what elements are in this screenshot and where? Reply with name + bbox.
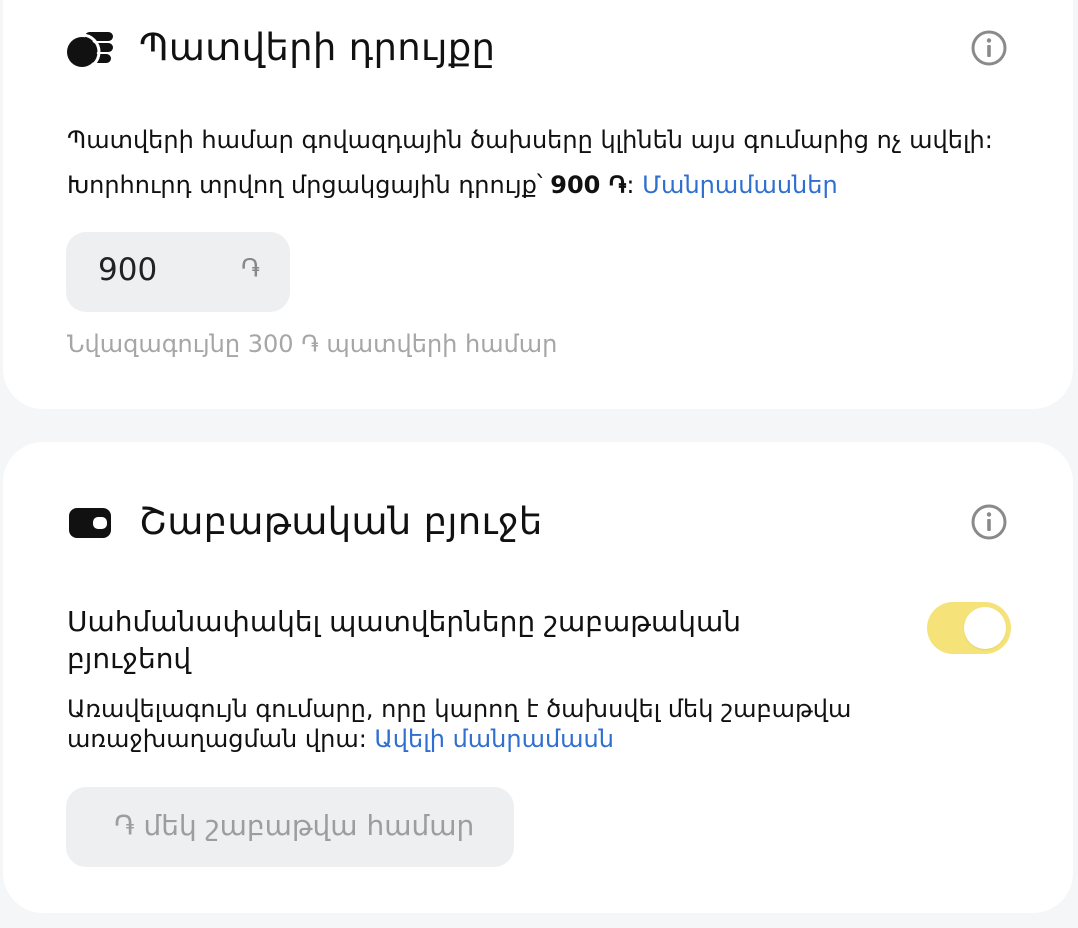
minimum-bid-hint: Նվազագույնը 300 ֏ պատվերի համար [67, 330, 558, 358]
recommended-bid-value: 900 ֏ [550, 171, 627, 199]
order-bid-card: Պատվերի դրույքը Պատվերի համար գովազդային… [3, 0, 1073, 409]
info-icon[interactable] [971, 30, 1007, 66]
currency-symbol: ֏ [240, 254, 260, 284]
recommended-bid-prefix: Խորհուրդ տրվող մրցակցային դրույք՝ [67, 171, 551, 199]
limit-by-budget-label: Սահմանափակել պատվերները շաբաթական բյուջե… [67, 605, 741, 675]
weekly-budget-title: Շաբաթական բյուջե [139, 500, 543, 543]
bid-amount-field[interactable]: 900 ֏ [66, 232, 290, 312]
recommended-bid-line: Խորհուրդ տրվող մրցակցային դրույք՝ 900 ֏:… [67, 171, 838, 199]
order-bid-description-line1: Պատվերի համար գովազդային ծախսերը կլինեն … [67, 126, 993, 154]
order-bid-description: Պատվերի համար գովազդային ծախսերը կլինեն … [67, 126, 993, 154]
weekly-budget-input[interactable]: ֏ մեկ շաբաթվա համար [66, 787, 514, 867]
details-link[interactable]: Մանրամասներ [642, 171, 838, 199]
wallet-icon [69, 508, 111, 538]
order-bid-title: Պատվերի դրույքը [139, 26, 496, 69]
info-icon[interactable] [971, 504, 1007, 540]
toggle-knob [964, 607, 1006, 649]
coins-icon [67, 32, 113, 70]
more-details-link[interactable]: Ավելի մանրամասն [374, 725, 614, 753]
limit-by-budget-toggle[interactable] [927, 602, 1011, 654]
weekly-budget-card: Շաբաթական բյուջե Սահմանափակել պատվերները… [3, 442, 1073, 913]
weekly-budget-placeholder: ֏ մեկ շաբաթվա համար [114, 809, 475, 842]
recommended-bid-colon: : [626, 171, 643, 199]
limit-description: Առավելագույն գումարը, որը կարող է ծախսվե… [67, 694, 917, 754]
bid-amount-value: 900 [98, 252, 158, 288]
